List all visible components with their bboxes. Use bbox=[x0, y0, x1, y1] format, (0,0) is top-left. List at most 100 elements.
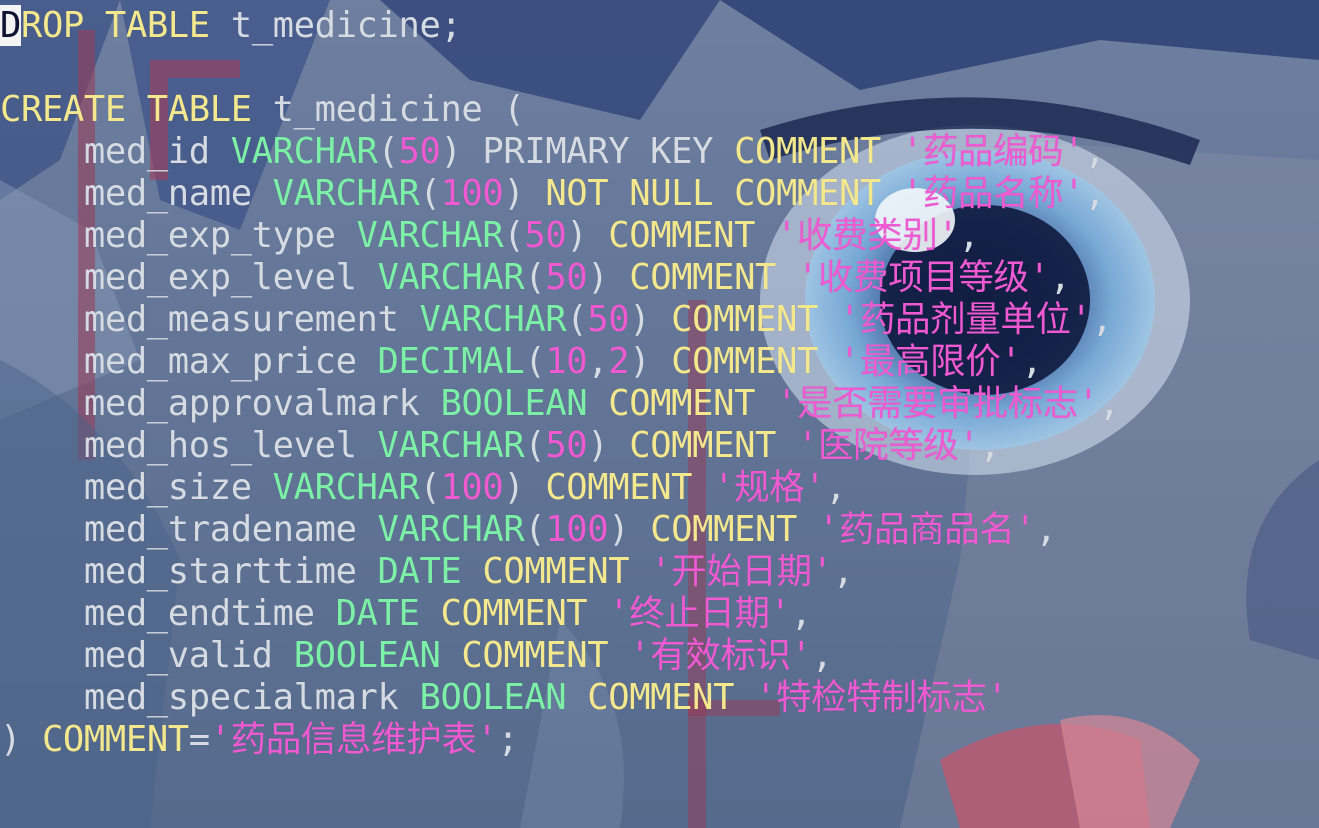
code-token: ( bbox=[524, 257, 546, 298]
code-line[interactable]: med_exp_level VARCHAR(50) COMMENT '收费项目等… bbox=[0, 257, 1120, 299]
code-line[interactable]: CREATE TABLE t_medicine ( bbox=[0, 89, 1120, 131]
code-line[interactable]: med_id VARCHAR(50) PRIMARY KEY COMMENT '… bbox=[0, 131, 1120, 173]
code-token: med_id bbox=[0, 131, 231, 172]
code-editor[interactable]: DROP TABLE t_medicine; CREATE TABLE t_me… bbox=[0, 5, 1120, 761]
code-token: '收费项目等级' bbox=[797, 257, 1050, 298]
code-token: = bbox=[188, 719, 210, 760]
code-line[interactable]: med_max_price DECIMAL(10,2) COMMENT '最高限… bbox=[0, 341, 1120, 383]
code-token: med_size bbox=[0, 467, 273, 508]
code-token: COMMENT bbox=[482, 551, 630, 592]
code-token: med_max_price bbox=[0, 341, 378, 382]
code-line[interactable]: med_approvalmark BOOLEAN COMMENT '是否需要审批… bbox=[0, 383, 1120, 425]
code-token: , bbox=[1091, 299, 1113, 340]
code-line[interactable]: med_hos_level VARCHAR(50) COMMENT '医院等级'… bbox=[0, 425, 1120, 467]
code-token: VARCHAR bbox=[377, 425, 525, 466]
code-token: COMMENT bbox=[440, 593, 588, 634]
code-line[interactable]: ) COMMENT='药品信息维护表'; bbox=[0, 719, 1120, 761]
code-token: med_name bbox=[0, 173, 273, 214]
code-token: ( bbox=[524, 425, 546, 466]
code-token: 50 bbox=[545, 257, 588, 298]
code-token: '最高限价' bbox=[838, 341, 1022, 382]
code-token: , bbox=[958, 215, 980, 256]
code-token: COMMENT bbox=[650, 509, 797, 550]
code-token: ) bbox=[587, 425, 630, 466]
code-line[interactable]: med_endtime DATE COMMENT '终止日期', bbox=[0, 593, 1120, 635]
code-line[interactable]: med_size VARCHAR(100) COMMENT '规格', bbox=[0, 467, 1120, 509]
code-token: , bbox=[1084, 131, 1106, 172]
code-token: ) bbox=[503, 467, 546, 508]
code-line[interactable]: med_starttime DATE COMMENT '开始日期', bbox=[0, 551, 1120, 593]
code-token: med_approvalmark bbox=[0, 383, 441, 424]
code-token: BOOLEAN bbox=[419, 677, 567, 718]
code-token: , bbox=[587, 341, 609, 382]
code-token: '开始日期' bbox=[650, 551, 833, 592]
code-token: '药品名称' bbox=[901, 173, 1085, 214]
code-token: 50 bbox=[545, 425, 588, 466]
code-token: 50 bbox=[587, 299, 630, 340]
code-token: 50 bbox=[524, 215, 567, 256]
code-token: DECIMAL bbox=[377, 341, 525, 382]
code-token: 100 bbox=[440, 467, 504, 508]
code-token: med_measurement bbox=[0, 299, 420, 340]
code-token: ( bbox=[524, 509, 546, 550]
code-token: VARCHAR bbox=[377, 257, 525, 298]
code-token: COMMENT bbox=[629, 257, 777, 298]
code-token: med_hos_level bbox=[0, 425, 378, 466]
code-line[interactable]: med_measurement VARCHAR(50) COMMENT '药品剂… bbox=[0, 299, 1120, 341]
code-token: ( bbox=[566, 299, 588, 340]
code-token: BOOLEAN bbox=[293, 635, 441, 676]
code-token: COMMENT bbox=[41, 719, 189, 760]
code-token: '有效标识' bbox=[629, 635, 812, 676]
code-token: NOT NULL COMMENT bbox=[545, 173, 881, 214]
code-token: COMMENT bbox=[608, 383, 756, 424]
code-token: COMMENT bbox=[587, 677, 735, 718]
code-token: VARCHAR bbox=[419, 299, 567, 340]
code-token: COMMENT bbox=[545, 467, 693, 508]
code-token: COMMENT bbox=[461, 635, 609, 676]
code-token: VARCHAR bbox=[272, 467, 420, 508]
code-line[interactable]: med_name VARCHAR(100) NOT NULL COMMENT '… bbox=[0, 173, 1120, 215]
code-token: COMMENT bbox=[734, 131, 881, 172]
code-token: t_medicine; bbox=[209, 5, 462, 46]
code-token: VARCHAR bbox=[272, 173, 420, 214]
code-token: '药品编码' bbox=[901, 131, 1085, 172]
code-line[interactable]: med_valid BOOLEAN COMMENT '有效标识', bbox=[0, 635, 1120, 677]
code-token: ( bbox=[419, 173, 441, 214]
code-token: COMMENT bbox=[671, 341, 818, 382]
code-token: '规格' bbox=[713, 467, 826, 508]
code-token: '收费类别' bbox=[776, 215, 959, 256]
code-token: ) bbox=[608, 509, 651, 550]
code-token: VARCHAR bbox=[377, 509, 525, 550]
code-token: ( bbox=[377, 131, 399, 172]
code-token: ( bbox=[419, 467, 441, 508]
code-token: med_specialmark bbox=[0, 677, 420, 718]
code-token: '药品商品名' bbox=[817, 509, 1036, 550]
code-token: COMMENT bbox=[608, 215, 756, 256]
code-line[interactable]: med_exp_type VARCHAR(50) COMMENT '收费类别', bbox=[0, 215, 1120, 257]
code-line[interactable]: med_specialmark BOOLEAN COMMENT '特检特制标志' bbox=[0, 677, 1120, 719]
code-line[interactable]: DROP TABLE t_medicine; bbox=[0, 5, 1120, 47]
code-token: '药品剂量单位' bbox=[838, 299, 1092, 340]
code-token: ROP TABLE bbox=[20, 5, 210, 46]
code-line[interactable]: med_tradename VARCHAR(100) COMMENT '药品商品… bbox=[0, 509, 1120, 551]
code-token: '终止日期' bbox=[608, 593, 791, 634]
code-token: med_exp_type bbox=[0, 215, 357, 256]
code-token: , bbox=[790, 593, 812, 634]
code-line[interactable] bbox=[0, 47, 1120, 89]
code-token: ( bbox=[503, 215, 525, 256]
code-token: , bbox=[1049, 257, 1071, 298]
code-token: ) bbox=[566, 215, 609, 256]
